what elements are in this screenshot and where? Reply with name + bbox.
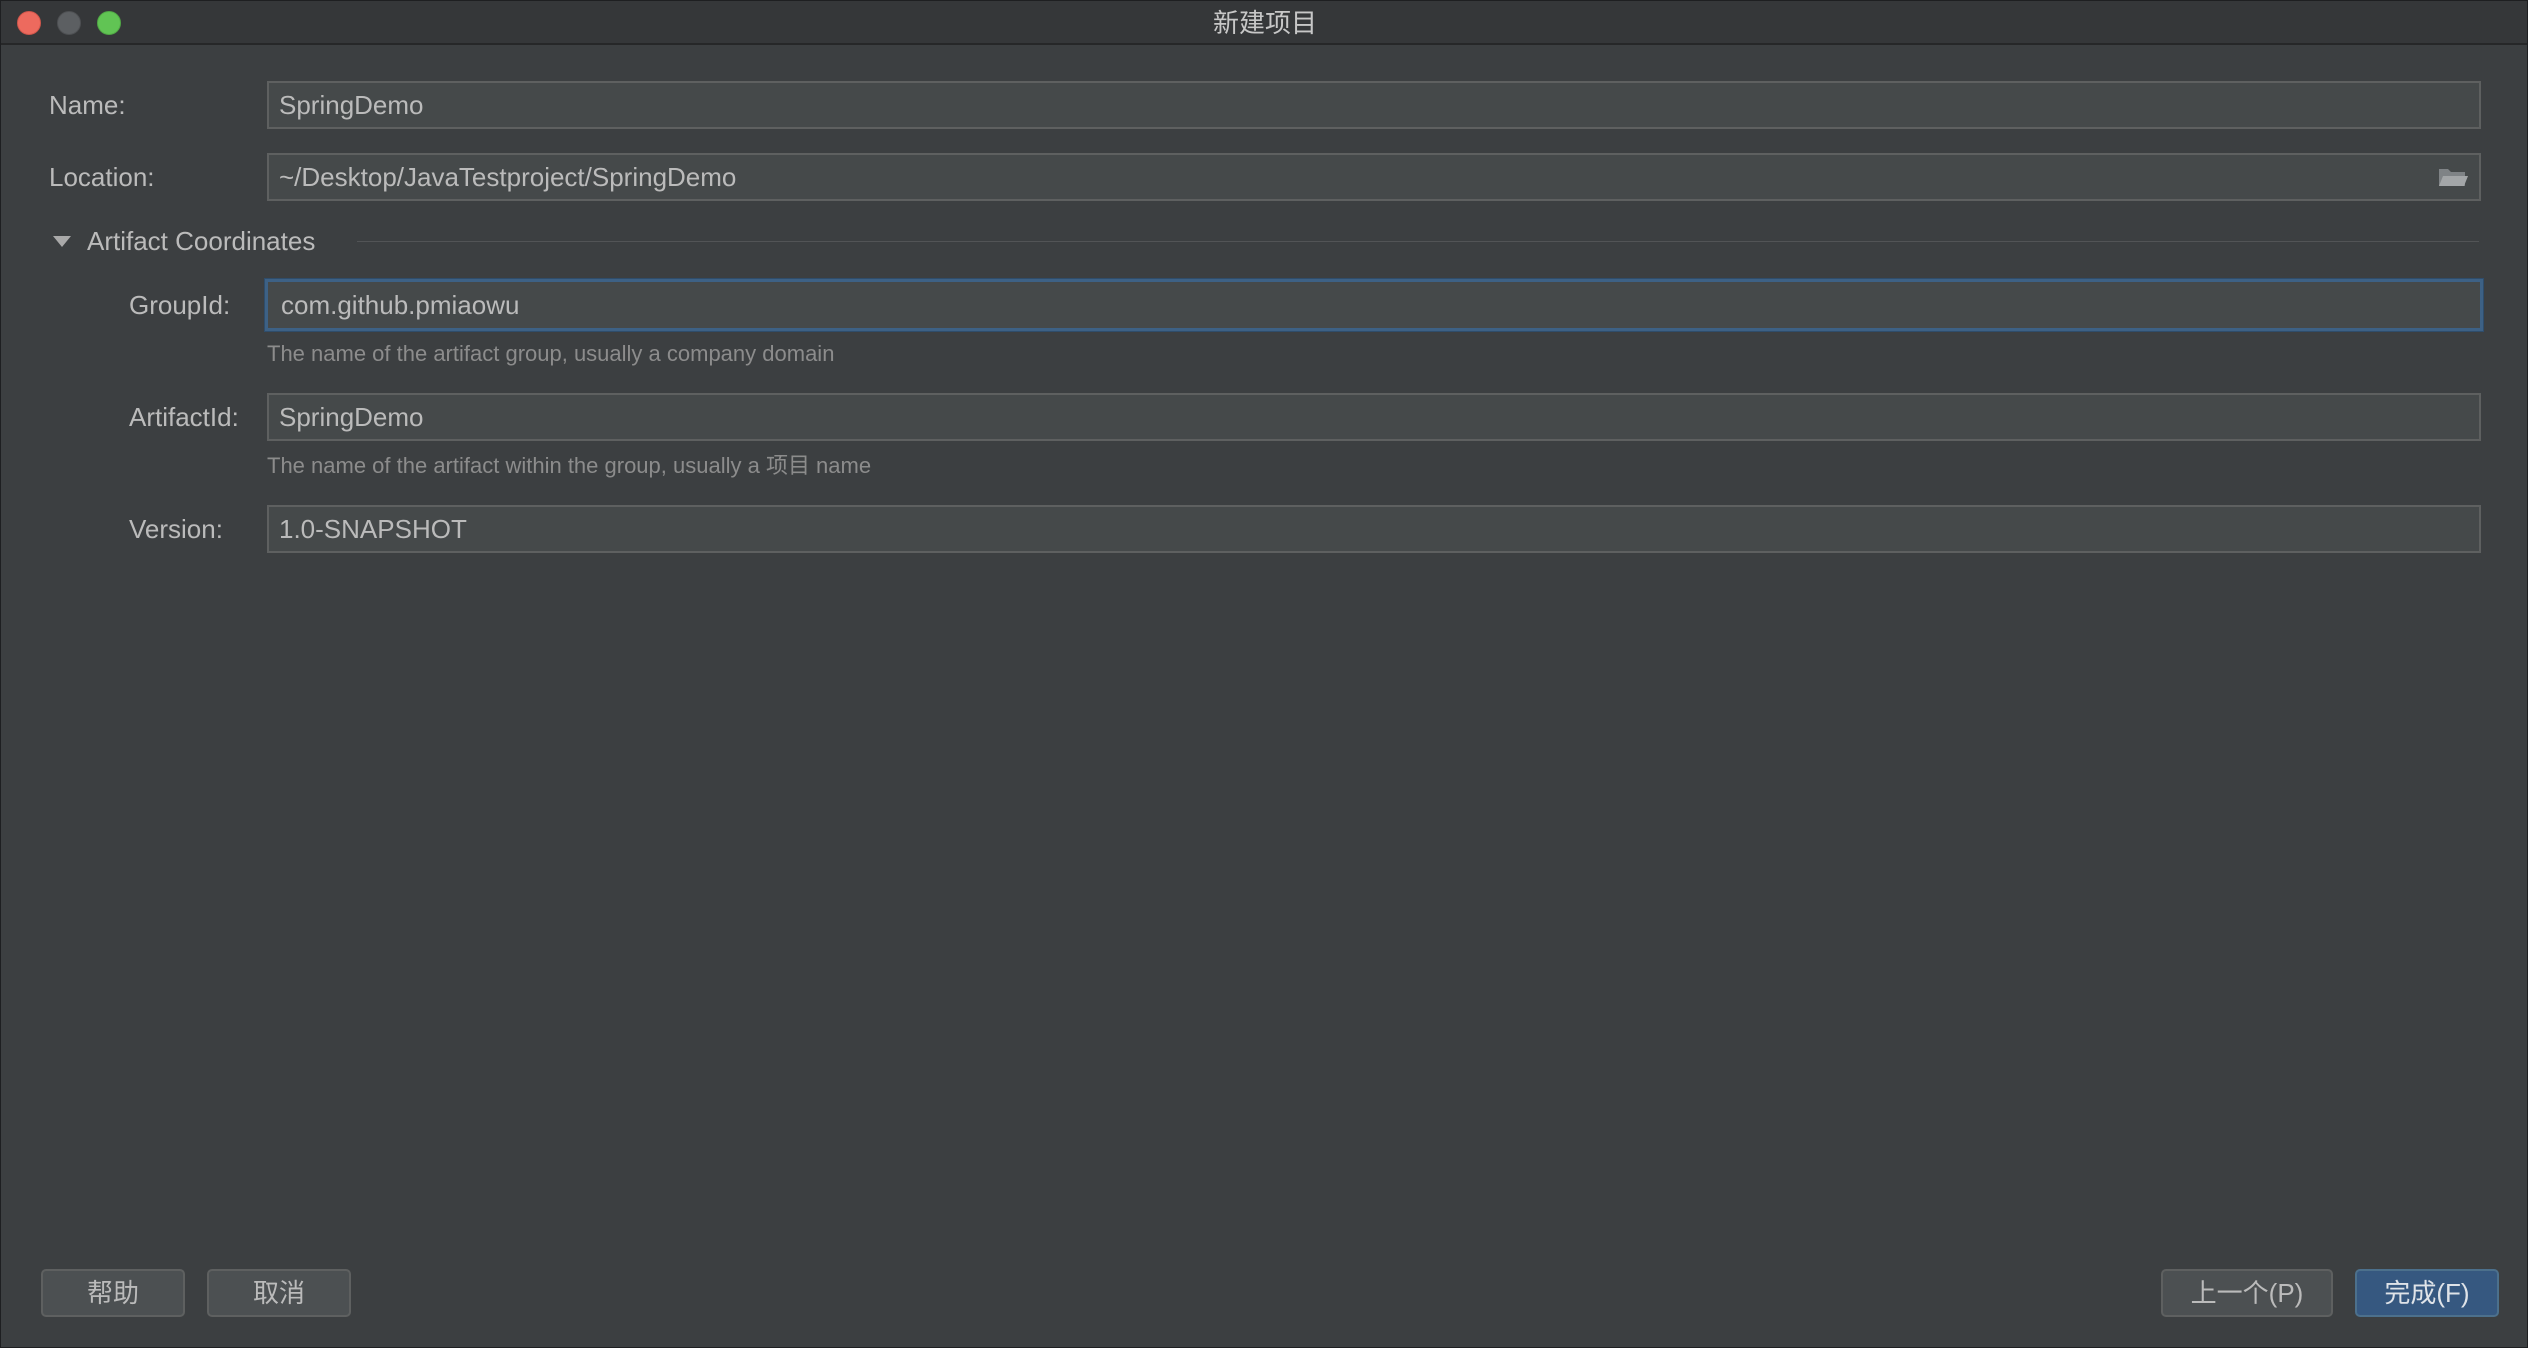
version-label: Version: <box>129 514 223 544</box>
artifactid-input[interactable] <box>267 393 2481 441</box>
section-divider <box>357 241 2479 242</box>
location-label: Location: <box>49 162 155 192</box>
title-bar[interactable]: 新建项目 <box>1 1 2527 45</box>
version-input[interactable] <box>267 505 2481 553</box>
location-input[interactable] <box>267 153 2481 201</box>
triangle-down-icon <box>53 235 71 247</box>
new-project-dialog: 新建项目 Name: Location: Artifact Coordinate… <box>0 0 2528 1348</box>
window-title: 新建项目 <box>1212 8 1317 38</box>
artifact-coordinates-title: Artifact Coordinates <box>87 225 316 256</box>
name-label: Name: <box>49 90 126 120</box>
help-button[interactable]: 帮助 <box>41 1269 185 1317</box>
artifactid-hint: The name of the artifact within the grou… <box>267 453 872 478</box>
cancel-button[interactable]: 取消 <box>207 1269 351 1317</box>
folder-icon[interactable] <box>2437 165 2469 189</box>
groupid-input[interactable] <box>265 279 2483 331</box>
finish-button[interactable]: 完成(F) <box>2355 1269 2499 1317</box>
previous-button[interactable]: 上一个(P) <box>2161 1269 2333 1317</box>
groupid-hint: The name of the artifact group, usually … <box>267 341 835 366</box>
artifactid-label: ArtifactId: <box>129 402 239 432</box>
name-input[interactable] <box>267 81 2481 129</box>
groupid-label: GroupId: <box>129 290 231 320</box>
artifact-coordinates-toggle[interactable]: Artifact Coordinates <box>53 225 315 257</box>
